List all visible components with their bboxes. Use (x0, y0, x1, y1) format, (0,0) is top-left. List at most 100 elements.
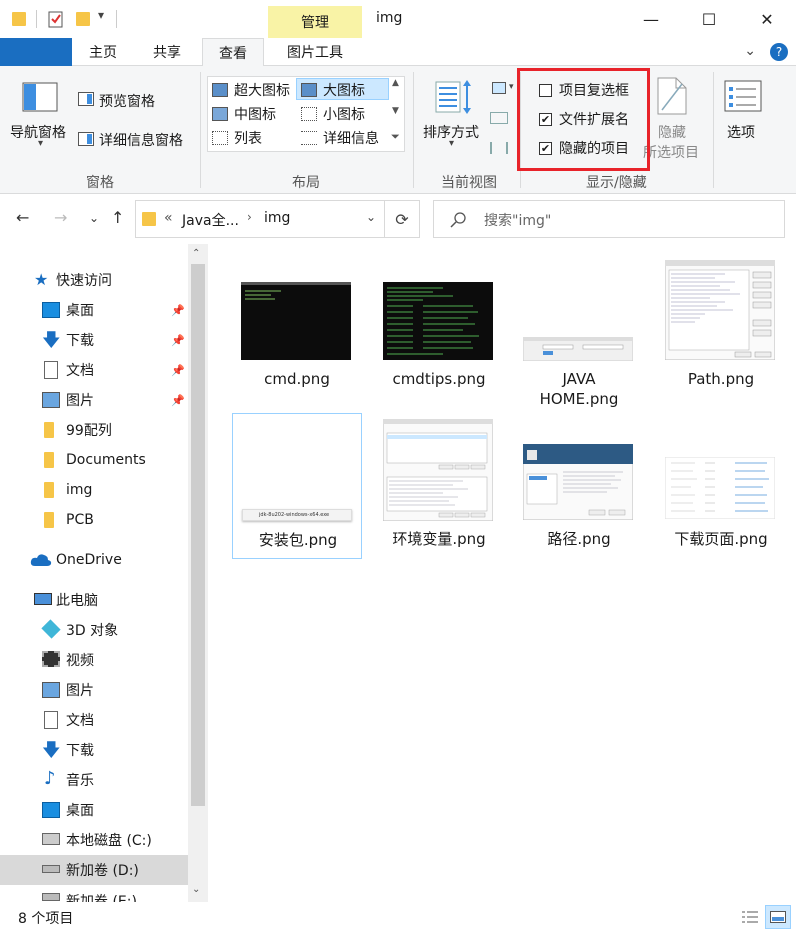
chevron-down-icon[interactable]: ▾ (509, 82, 514, 92)
nav-pc-downloads[interactable]: 🡇 下载 (0, 735, 188, 765)
nav-label: 音乐 (66, 773, 94, 789)
details-pane-button[interactable]: 详细信息窗格 (99, 130, 183, 150)
nav-drive-e[interactable]: 新加卷 (E:) (0, 885, 188, 902)
file-item-cmdtips[interactable]: cmdtips.png (374, 256, 504, 402)
search-box[interactable]: 搜索"img" (433, 200, 785, 238)
nav-scroll-thumb[interactable] (191, 264, 205, 806)
layout-list[interactable]: 列表 (234, 128, 262, 148)
file-item-java-home[interactable]: JAVA HOME.png (514, 256, 644, 408)
nav-item-pictures[interactable]: 图片 📌 (0, 385, 188, 415)
file-item-path-cn[interactable]: 路径.png (514, 413, 644, 559)
nav-pc-pictures[interactable]: 图片 (0, 675, 188, 705)
file-name: 下载页面.png (674, 530, 768, 548)
recent-locations-icon[interactable]: ⌄ (89, 211, 99, 225)
add-columns-icon[interactable] (490, 112, 508, 124)
large-icons-view-toggle[interactable] (765, 905, 791, 929)
chevron-down-icon[interactable]: ▾ (449, 138, 454, 149)
group-by-icon[interactable] (492, 82, 506, 94)
forward-button[interactable]: → (54, 208, 67, 227)
file-item-download-page[interactable]: 下载页面.png (656, 413, 786, 559)
nav-item-desktop[interactable]: 桌面 📌 (0, 295, 188, 325)
search-icon (450, 212, 466, 228)
gallery-up-icon[interactable]: ▲ (392, 78, 399, 88)
chevron-down-icon[interactable]: ▾ (38, 138, 43, 149)
nav-pc-documents[interactable]: 文档 (0, 705, 188, 735)
large-icons-icon (301, 83, 317, 97)
help-icon[interactable]: ? (770, 43, 788, 61)
file-item-env-vars[interactable]: 环境变量.png (374, 413, 504, 559)
nav-label: 新加卷 (E:) (66, 894, 137, 902)
hide-selected-line1[interactable]: 隐藏 (658, 122, 686, 142)
close-button[interactable]: ✕ (744, 0, 790, 38)
nav-drive-c[interactable]: 本地磁盘 (C:) (0, 825, 188, 855)
hide-selected-icon[interactable] (656, 76, 688, 116)
context-tab-manage[interactable]: 管理 (268, 6, 362, 38)
file-name: Path.png (687, 370, 755, 388)
layout-small-icons[interactable]: 小图标 (323, 104, 365, 124)
tab-home[interactable]: 主页 (74, 38, 132, 66)
hide-selected-line2[interactable]: 所选项目 (643, 142, 699, 162)
nav-videos[interactable]: 视频 (0, 645, 188, 675)
tab-share[interactable]: 共享 (136, 38, 198, 66)
qa-dropdown-icon[interactable]: ▾ (98, 8, 104, 22)
layout-medium-icons[interactable]: 中图标 (234, 104, 276, 124)
address-bar[interactable]: « Java全... › img ⌄ (135, 200, 385, 238)
drive-icon (42, 893, 60, 901)
layout-large-icons[interactable]: 大图标 (323, 80, 365, 100)
tab-picture-tools[interactable]: 图片工具 (268, 38, 362, 66)
scroll-up-icon[interactable]: ⌃ (192, 248, 200, 259)
navigation-pane-icon[interactable] (22, 82, 58, 112)
nav-3d-objects[interactable]: 3D 对象 (0, 615, 188, 645)
gallery-down-icon[interactable]: ▼ (392, 106, 399, 116)
up-button[interactable]: ↑ (111, 208, 124, 227)
layout-extra-large-icons[interactable]: 超大图标 (234, 80, 290, 100)
nav-item-downloads[interactable]: 🡇 下载 📌 (0, 325, 188, 355)
back-button[interactable]: ← (16, 208, 29, 227)
breadcrumb-overflow[interactable]: « (164, 210, 173, 226)
breadcrumb-img[interactable]: img (264, 210, 290, 226)
nav-item-99[interactable]: 99配列 (0, 415, 188, 445)
size-columns-icon[interactable] (490, 142, 508, 154)
nav-drive-d[interactable]: 新加卷 (D:) (0, 855, 188, 885)
options-button[interactable]: 选项 (727, 122, 755, 142)
sort-by-icon[interactable] (434, 78, 474, 116)
nav-label: 文档 (66, 713, 94, 729)
maximize-button[interactable]: ☐ (686, 0, 732, 38)
file-item-path[interactable]: Path.png (656, 256, 786, 402)
pictures-icon (42, 392, 60, 408)
breadcrumb-java[interactable]: Java全... (182, 210, 239, 230)
nav-item-documents-folder[interactable]: Documents (0, 445, 188, 475)
nav-label: PCB (66, 512, 94, 528)
status-bar: 8 个项目 (0, 902, 796, 932)
properties-icon[interactable] (48, 10, 64, 28)
options-icon[interactable] (724, 80, 762, 112)
divider (413, 72, 414, 188)
nav-label: 视频 (66, 653, 94, 669)
address-dropdown-icon[interactable]: ⌄ (366, 210, 376, 224)
nav-pc-desktop[interactable]: 桌面 (0, 795, 188, 825)
nav-item-documents[interactable]: 文档 📌 (0, 355, 188, 385)
nav-music[interactable]: ♪ 音乐 (0, 765, 188, 795)
details-view-icon[interactable] (741, 909, 759, 925)
layout-details[interactable]: 详细信息 (323, 128, 379, 148)
ribbon: 导航窗格 ▾ 预览窗格 详细信息窗格 窗格 超大图标 大图标 中图标 小图标 列… (0, 66, 796, 194)
file-item-installer[interactable]: jdk-8u202-windows-x64.exe 安装包.png (232, 413, 362, 559)
nav-item-pcb[interactable]: PCB (0, 505, 188, 535)
file-name: cmd.png (264, 370, 330, 388)
file-item-cmd[interactable]: cmd.png (232, 256, 362, 402)
file-name: 环境变量.png (392, 530, 486, 548)
nav-this-pc[interactable]: 此电脑 (0, 585, 188, 615)
nav-item-img[interactable]: img (0, 475, 188, 505)
gallery-more-icon[interactable]: ⏷ (391, 130, 400, 144)
new-folder-icon[interactable] (76, 12, 90, 26)
nav-onedrive[interactable]: OneDrive (0, 545, 188, 575)
tab-view[interactable]: 查看 (202, 38, 264, 67)
minimize-button[interactable]: — (628, 0, 674, 38)
preview-pane-button[interactable]: 预览窗格 (99, 91, 155, 111)
scroll-down-icon[interactable]: ⌄ (192, 884, 200, 895)
refresh-button[interactable]: ⟳ (384, 200, 420, 238)
nav-quick-access[interactable]: ★ 快速访问 (0, 265, 188, 295)
thumbnail-text: jdk-8u202-windows-x64.exe (259, 512, 330, 518)
file-thumbnail (665, 457, 775, 519)
collapse-ribbon-icon[interactable]: ⌄ (744, 43, 756, 59)
